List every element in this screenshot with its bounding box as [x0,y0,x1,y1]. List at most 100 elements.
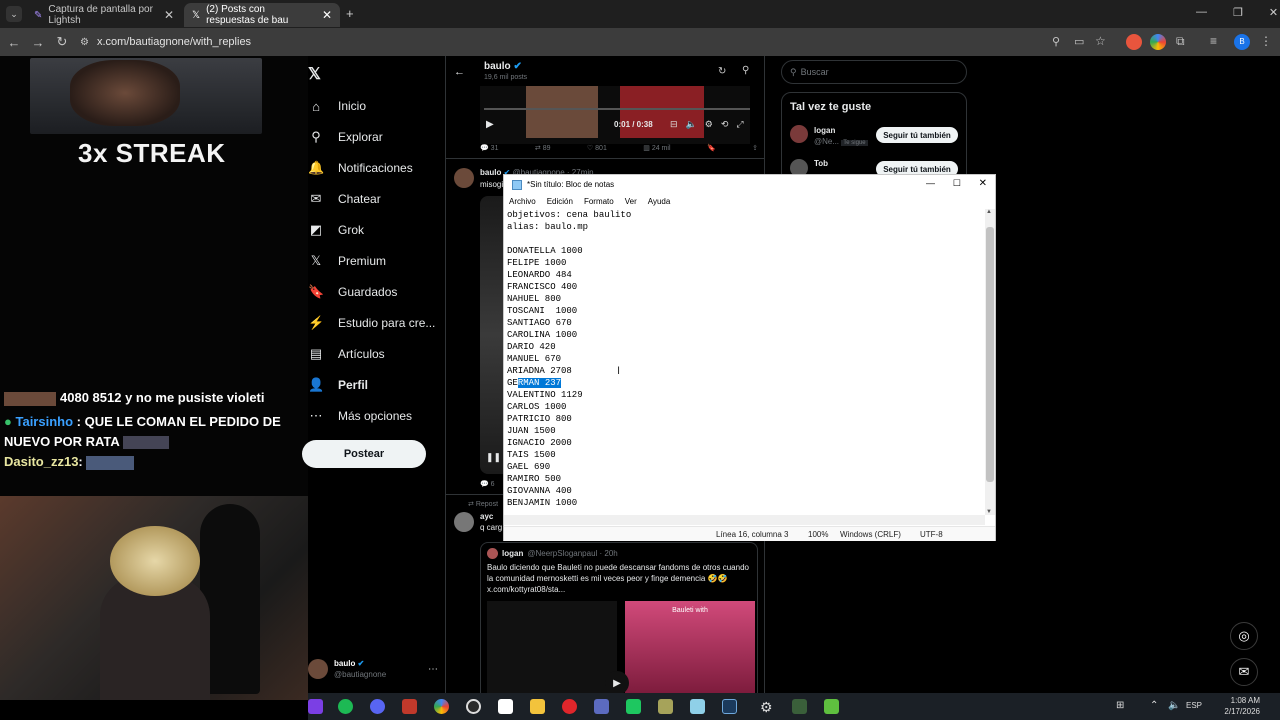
video-progress[interactable] [484,108,750,110]
menu-edicion[interactable]: Edición [547,197,573,206]
notepad-window[interactable]: *Sin título: Bloc de notas — ☐ ✕ Archivo… [503,174,996,541]
opera-icon[interactable] [562,699,577,714]
close-icon[interactable]: ✕ [322,8,332,22]
search-input[interactable]: ⚲ Buscar [781,60,967,84]
url-field[interactable]: x.com/bautiagnone/with_replies [97,36,251,48]
extension-icon[interactable] [1150,34,1166,50]
spotify-icon[interactable] [338,699,353,714]
sidebar-item-chatear[interactable]: ✉ Chatear [308,189,381,209]
sidebar-item-perfil[interactable]: 👤 Perfil [308,375,368,395]
menu-ver[interactable]: Ver [625,197,637,206]
reply-count[interactable]: 💬 31 [480,144,498,152]
forward-icon[interactable]: → [26,35,50,50]
avatar[interactable] [454,168,474,188]
app-icon[interactable] [792,699,807,714]
folder-icon[interactable] [530,699,545,714]
tab-lightshot[interactable]: ✎ Captura de pantalla por Lightsh ✕ [26,3,182,27]
sidebar-item-premium[interactable]: 𝕏 Premium [308,251,386,271]
refresh-icon[interactable]: ↻ [718,66,726,77]
chrome-icon[interactable] [434,699,449,714]
menu-archivo[interactable]: Archivo [509,197,536,206]
back-arrow-icon[interactable]: ← [454,66,465,78]
fullscreen-icon[interactable]: ⤢ [736,119,743,130]
cast-icon[interactable]: ▭ [1074,35,1084,48]
tab-search-icon[interactable]: ⌄ [6,6,22,22]
avatar[interactable] [790,125,808,143]
app-icon[interactable] [658,699,673,714]
kick-icon[interactable] [626,699,641,714]
reload-icon[interactable]: ↻ [50,34,74,50]
star-icon[interactable]: ☆ [1095,34,1106,48]
profile-avatar[interactable]: B [1234,34,1250,50]
language-indicator[interactable]: ESP [1186,701,1202,710]
puzzle-icon[interactable]: ⧉ [1176,34,1185,49]
captions-icon[interactable]: ⊟ [670,119,678,130]
quote-tweet[interactable]: logan @NeerpSloganpaul · 20h Baulo dicie… [480,542,758,700]
menu-formato[interactable]: Formato [584,197,614,206]
restore-icon[interactable]: ❐ [1233,6,1243,19]
close-window-icon[interactable]: ✕ [1269,6,1278,19]
settings-icon[interactable]: ⚙ [705,119,713,130]
obs-icon[interactable] [466,699,481,714]
zoom-icon[interactable]: ⚲ [1052,35,1060,48]
minimize-icon[interactable]: — [926,178,935,188]
menu-ayuda[interactable]: Ayuda [648,197,671,206]
notepad-text-area[interactable]: objetivos: cena baulito alias: baulo.mp … [507,209,987,515]
grok-fab[interactable]: ◎ [1230,622,1258,650]
avatar[interactable] [454,512,474,532]
sidebar-item-artículos[interactable]: ▤ Artículos [308,344,385,364]
clock[interactable]: 1:08 AM 2/17/2026 [1220,695,1260,717]
steam-icon[interactable] [722,699,737,714]
back-icon[interactable]: ← [2,35,26,50]
scroll-thumb[interactable] [986,227,994,482]
sidebar-item-más-opciones[interactable]: ⋯ Más opciones [308,406,413,426]
video-player[interactable]: ▶ 0:01 / 0:38 ⊟ 🔈 ⚙ ⟲ ⤢ [480,86,750,144]
horizontal-scrollbar[interactable] [504,515,985,525]
close-icon[interactable]: ✕ [979,178,987,189]
close-icon[interactable]: ✕ [164,8,174,22]
play-icon[interactable]: ▶ [486,119,494,130]
minimize-icon[interactable]: — [1196,6,1207,19]
sidebar-item-explorar[interactable]: ⚲ Explorar [308,127,382,147]
extension-icon[interactable] [1126,34,1142,50]
sidebar-item-notificaciones[interactable]: 🔔 Notificaciones [308,158,413,178]
new-tab-icon[interactable]: + [346,6,354,21]
notepad-titlebar[interactable]: *Sin título: Bloc de notas — ☐ ✕ [504,175,995,194]
sidebar-item-grok[interactable]: ◩ Grok [308,220,364,240]
notepad-icon[interactable] [690,699,705,714]
scroll-down-icon[interactable]: ▼ [986,509,992,515]
site-info-icon[interactable]: ⚙ [80,37,89,48]
minecraft-icon[interactable] [824,699,839,714]
app-icon[interactable] [594,699,609,714]
tab-x-posts[interactable]: 𝕏 (2) Posts con respuestas de bau ✕ [184,3,340,27]
settings-icon[interactable]: ⚙ [760,699,775,715]
view-count[interactable]: ▥ 24 mil [643,144,670,152]
sidebar-item-guardados[interactable]: 🔖 Guardados [308,282,397,302]
sidebar-item-estudio-para-cre[interactable]: ⚡ Estudio para cre... [308,313,435,333]
scroll-up-icon[interactable]: ▲ [986,209,992,215]
messages-fab[interactable]: ✉ [1230,658,1258,686]
app-icon[interactable] [498,699,513,714]
chevron-up-icon[interactable]: ⌃ [1150,700,1158,711]
post-button[interactable]: Postear [302,440,426,468]
like-count[interactable]: ♡ 801 [587,144,607,152]
volume-icon[interactable]: 🔈 [686,119,697,130]
reading-list-icon[interactable]: ≡ [1210,34,1217,48]
maximize-icon[interactable]: ☐ [953,178,961,189]
account-switcher[interactable]: baulo ✔ @bautiagnone ⋯ [308,658,438,680]
rotate-icon[interactable]: ⟲ [721,119,729,130]
discord-icon[interactable] [370,699,385,714]
app-icon[interactable] [402,699,417,714]
play-icon[interactable]: ▶ [605,671,629,695]
reply-count[interactable]: 💬 6 [480,480,495,488]
retweet-count[interactable]: ⇄ 89 [535,144,551,152]
share-icon[interactable]: ⇪ [752,144,758,152]
more-icon[interactable]: ⋯ [428,664,438,675]
volume-icon[interactable]: 🔈 [1168,700,1180,711]
vertical-scrollbar[interactable]: ▲ ▼ [985,209,995,515]
app-icon[interactable] [308,699,323,714]
sidebar-item-inicio[interactable]: ⌂ Inicio [308,96,366,116]
menu-kebab-icon[interactable]: ⋮ [1260,34,1272,48]
follow-back-button[interactable]: Seguir tú también [876,127,958,143]
x-logo-icon[interactable]: 𝕏 [308,64,321,84]
